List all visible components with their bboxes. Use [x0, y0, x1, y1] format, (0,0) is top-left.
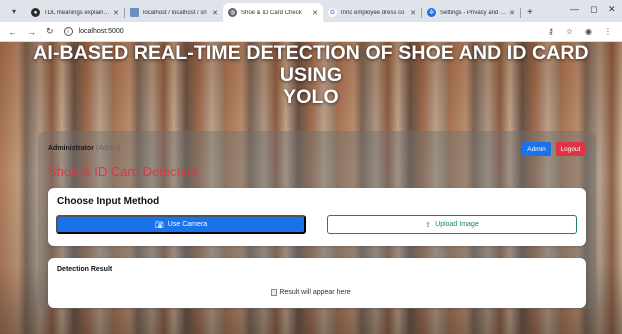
back-arrow-icon[interactable]: ←: [8, 27, 17, 37]
section-heading: Shoe & ID Card Detection: [48, 164, 198, 179]
tab-title: mnc employee dress co: [341, 9, 405, 16]
globe-icon: ◍: [228, 8, 237, 17]
bookmark-star-icon[interactable]: ☆: [566, 27, 573, 36]
broken-image-icon: [271, 289, 278, 296]
toolbar-actions: ⚷ ☆ ◉ ⋮: [548, 27, 612, 36]
result-placeholder-text: Result will appear here: [279, 289, 351, 296]
tab-title: localhost / localhost / sh: [143, 9, 207, 16]
browser-tab-bar: ▾ ● TDL meanings explained ✕ localhost /…: [0, 0, 622, 22]
database-icon: [130, 8, 139, 17]
gear-icon: ✲: [427, 8, 436, 17]
browser-tab[interactable]: ● TDL meanings explained ✕: [26, 3, 124, 22]
user-label: Administrator (Admin): [48, 145, 120, 152]
browser-toolbar: ← → ↻ i localhost:5000 ⚷ ☆ ◉ ⋮: [0, 22, 622, 42]
use-camera-label: Use Camera: [167, 221, 208, 228]
upload-image-button[interactable]: ⇪ Upload Image: [327, 215, 577, 234]
hero-title-line1: AI-BASED REAL-TIME DETECTION OF SHOE AND…: [33, 42, 589, 86]
camera-icon: 📷︎: [154, 221, 164, 229]
detection-result-title: Detection Result: [57, 266, 113, 273]
browser-tab[interactable]: ✲ Settings - Privacy and se ✕: [422, 3, 520, 22]
close-tab-icon[interactable]: ✕: [312, 9, 318, 17]
upload-icon: ⇪: [425, 221, 432, 229]
browser-tab[interactable]: G mnc employee dress co ✕: [323, 3, 421, 22]
google-icon: G: [328, 8, 337, 17]
tab-search-icon[interactable]: ▾: [6, 3, 22, 19]
reload-icon[interactable]: ↻: [46, 26, 54, 37]
close-tab-icon[interactable]: ✕: [113, 9, 119, 17]
password-key-icon[interactable]: ⚷: [548, 27, 554, 36]
logout-button[interactable]: Logout: [556, 142, 585, 156]
browser-tab[interactable]: localhost / localhost / sh ✕: [125, 3, 223, 22]
address-bar[interactable]: i localhost:5000: [63, 27, 124, 36]
address-text[interactable]: localhost:5000: [79, 28, 124, 35]
chat-icon: ●: [31, 8, 40, 17]
tab-divider: [520, 8, 521, 18]
close-tab-icon[interactable]: ✕: [410, 9, 416, 17]
detection-result-card: [48, 258, 586, 308]
user-name: Administrator: [48, 145, 94, 152]
close-window-icon[interactable]: ✕: [608, 4, 616, 15]
tab-title: Shoe & ID Card Check: [241, 9, 302, 16]
tab-title: TDL meanings explained: [44, 9, 111, 16]
user-role: (Admin): [95, 145, 121, 152]
minimize-icon[interactable]: —: [570, 4, 579, 14]
profile-icon[interactable]: ◉: [585, 27, 592, 36]
close-tab-icon[interactable]: ✕: [212, 9, 218, 17]
admin-button[interactable]: Admin: [522, 142, 551, 156]
more-menu-icon[interactable]: ⋮: [604, 27, 612, 36]
hero-title: AI-BASED REAL-TIME DETECTION OF SHOE AND…: [0, 42, 622, 108]
result-image-placeholder: Result will appear here: [0, 289, 622, 296]
tab-title: Settings - Privacy and se: [440, 9, 507, 16]
browser-tab-active[interactable]: ◍ Shoe & ID Card Check ✕: [223, 3, 323, 22]
upload-image-label: Upload Image: [435, 221, 479, 228]
forward-arrow-icon[interactable]: →: [27, 27, 36, 37]
input-method-title: Choose Input Method: [57, 196, 160, 207]
restore-icon[interactable]: ◻: [590, 4, 597, 15]
new-tab-button[interactable]: +: [527, 7, 533, 18]
site-info-icon[interactable]: i: [63, 27, 73, 36]
hero-title-line2: YOLO: [283, 86, 339, 108]
use-camera-button[interactable]: 📷︎ Use Camera: [56, 215, 306, 234]
close-tab-icon[interactable]: ✕: [509, 9, 515, 17]
